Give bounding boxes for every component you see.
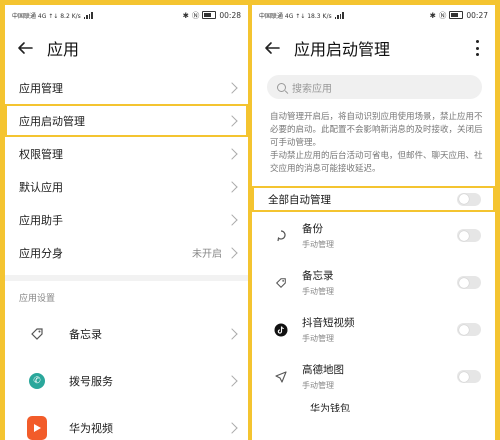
carrier-status: 中国联通 4G ↑↓ 18.3 K/s — [259, 12, 332, 20]
app-toggle[interactable] — [457, 276, 481, 289]
auto-manage-all-row[interactable]: 全部自动管理 — [252, 186, 495, 212]
app-setting-dialer[interactable]: ✆ 拨号服务 — [5, 357, 248, 404]
chevron-right-icon — [226, 81, 238, 94]
navigation-icon — [274, 370, 288, 384]
chevron-right-icon — [226, 327, 238, 340]
app-toggle[interactable] — [457, 323, 481, 336]
menu-item-app-launch[interactable]: 应用启动管理 — [5, 104, 248, 137]
app-setting-notes[interactable]: 备忘录 — [5, 310, 248, 357]
chevron-right-icon — [226, 147, 238, 160]
chevron-right-icon — [226, 421, 238, 434]
app-twin-status: 未开启 — [192, 249, 222, 260]
list-item[interactable]: 高德地图 手动管理 — [252, 353, 495, 400]
chevron-right-icon — [226, 246, 238, 259]
page-title: 应用 — [47, 40, 80, 59]
description: 自动管理开启后，将自动识别应用使用场景，禁止应用不必要的启动。此配置不会影响新消… — [252, 111, 495, 176]
chevron-right-icon — [226, 213, 238, 226]
battery-icon — [449, 11, 464, 19]
tag-icon — [27, 324, 47, 344]
signal-icon — [83, 11, 93, 19]
tag-icon — [274, 276, 288, 290]
description-manual: 手动禁止应用的后台活动可省电，但邮件、聊天应用、社交应用的消息可能接收延迟。 — [270, 151, 483, 174]
title-bar: 应用 — [5, 25, 248, 71]
menu-item-app-assistant[interactable]: 应用助手 — [5, 203, 248, 236]
phone-icon: ✆ — [29, 372, 45, 389]
section-title-app-settings: 应用设置 — [19, 294, 56, 304]
nfc-icon: Ⓝ — [191, 10, 200, 20]
list-item[interactable]: 备忘录 手动管理 — [252, 259, 495, 306]
back-arrow-icon[interactable] — [17, 40, 33, 56]
douyin-icon — [274, 323, 288, 337]
app-toggle[interactable] — [457, 229, 481, 242]
list-item[interactable]: 抖音短视频 手动管理 — [252, 306, 495, 353]
bluetooth-icon: ✱ — [429, 10, 436, 20]
menu-item-app-management[interactable]: 应用管理 — [5, 71, 248, 104]
app-list: 备份 手动管理 备忘录 手动管理 抖音短视频 手动管理 高德地图 手动管理 华为… — [252, 212, 495, 412]
battery-icon — [202, 11, 217, 19]
nfc-icon: Ⓝ — [438, 10, 447, 20]
auto-manage-all-toggle[interactable] — [457, 192, 481, 206]
chevron-right-icon — [226, 374, 238, 387]
menu-item-app-twin[interactable]: 应用分身 未开启 — [5, 236, 248, 269]
bluetooth-icon: ✱ — [182, 10, 189, 20]
menu-item-default-apps[interactable]: 默认应用 — [5, 170, 248, 203]
menu-item-permissions[interactable]: 权限管理 — [5, 137, 248, 170]
list-item[interactable]: 备份 手动管理 — [252, 212, 495, 259]
carrier-status: 中国联通 4G ↑↓ 8.2 K/s — [12, 12, 81, 20]
list-item-partial[interactable]: 华为钱包 — [252, 400, 495, 412]
clock: 00:27 — [466, 10, 488, 20]
app-launch-screen: 中国联通 4G ↑↓ 18.3 K/s ✱ Ⓝ 00:27 应用启动管理 搜索应用 … — [252, 5, 495, 440]
clock: 00:28 — [219, 10, 241, 20]
play-icon — [27, 415, 47, 440]
description-auto: 自动管理开启后，将自动识别应用使用场景，禁止应用不必要的启动。此配置不会影响新消… — [270, 112, 483, 148]
title-bar: 应用启动管理 — [252, 25, 495, 71]
search-icon — [277, 82, 286, 92]
search-input[interactable]: 搜索应用 — [267, 75, 482, 99]
page-title: 应用启动管理 — [294, 40, 391, 59]
search-placeholder: 搜索应用 — [292, 83, 332, 95]
chevron-right-icon — [226, 180, 238, 193]
signal-icon — [334, 11, 344, 19]
status-bar: 中国联通 4G ↑↓ 18.3 K/s ✱ Ⓝ 00:27 — [252, 5, 495, 25]
back-arrow-icon[interactable] — [264, 40, 280, 56]
apps-menu: 应用管理 应用启动管理 权限管理 默认应用 应用助手 应用分身 未开启 — [5, 71, 248, 269]
more-options-icon[interactable] — [475, 40, 479, 56]
app-toggle[interactable] — [457, 370, 481, 383]
chevron-right-icon — [226, 114, 238, 127]
auto-manage-all-label: 全部自动管理 — [268, 193, 331, 206]
status-bar: 中国联通 4G ↑↓ 8.2 K/s ✱ Ⓝ 00:28 — [5, 5, 248, 25]
settings-apps-screen: 中国联通 4G ↑↓ 8.2 K/s ✱ Ⓝ 00:28 应用 应用管理 应用启动管… — [5, 5, 248, 440]
backup-icon — [274, 229, 288, 243]
app-setting-huawei-video[interactable]: 华为视频 — [5, 404, 248, 440]
